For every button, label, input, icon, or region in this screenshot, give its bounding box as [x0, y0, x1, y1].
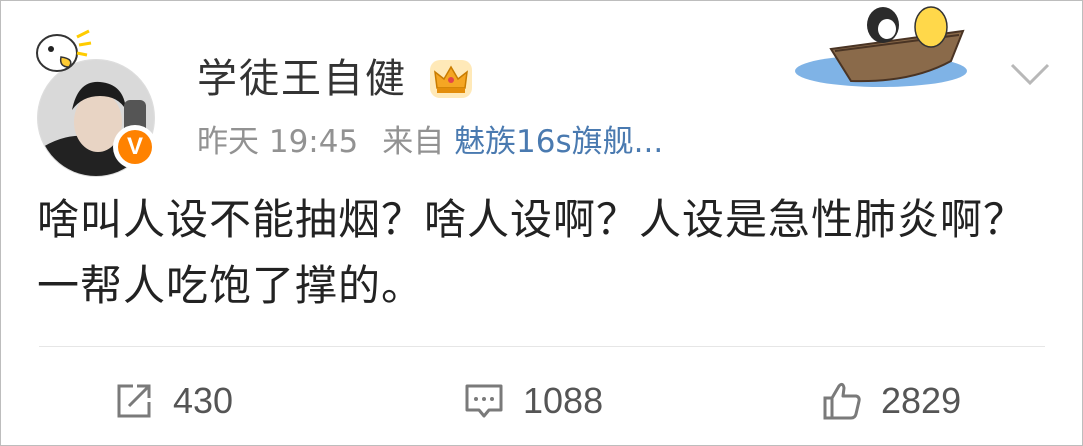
weibo-post-card: V 学徒王自健 昨天 19:45 来自 魅族16s旗舰... 啥叫人设不能抽烟？啥… — [0, 0, 1083, 446]
share-icon — [117, 384, 151, 418]
duck-sticker-icon — [36, 29, 92, 72]
boat-decoration-icon — [795, 6, 967, 87]
thumbs-up-icon — [823, 382, 861, 420]
source-prefix: 来自 — [382, 124, 445, 160]
comment-count: 1088 — [523, 380, 604, 421]
post-content: 啥叫人设不能抽烟？啥人设啊？人设是急性肺炎啊？一帮人吃饱了撑的。 — [37, 195, 1027, 310]
post-meta: 昨天 19:45 来自 魅族16s旗舰... — [197, 123, 663, 161]
like-count: 2829 — [881, 380, 962, 421]
repost-button[interactable]: 430 — [113, 375, 233, 427]
post-time: 昨天 19:45 — [197, 124, 359, 160]
comment-icon — [465, 384, 503, 418]
source-link[interactable]: 魅族16s旗舰... — [454, 124, 663, 160]
verified-badge-label: V — [126, 133, 143, 160]
repost-count: 430 — [173, 380, 234, 421]
divider — [39, 346, 1045, 347]
chevron-down-icon[interactable] — [1009, 61, 1051, 87]
crown-icon — [430, 60, 472, 98]
username[interactable]: 学徒王自健 — [197, 56, 407, 102]
like-button[interactable]: 2829 — [821, 375, 961, 427]
comment-button[interactable]: 1088 — [463, 375, 603, 427]
